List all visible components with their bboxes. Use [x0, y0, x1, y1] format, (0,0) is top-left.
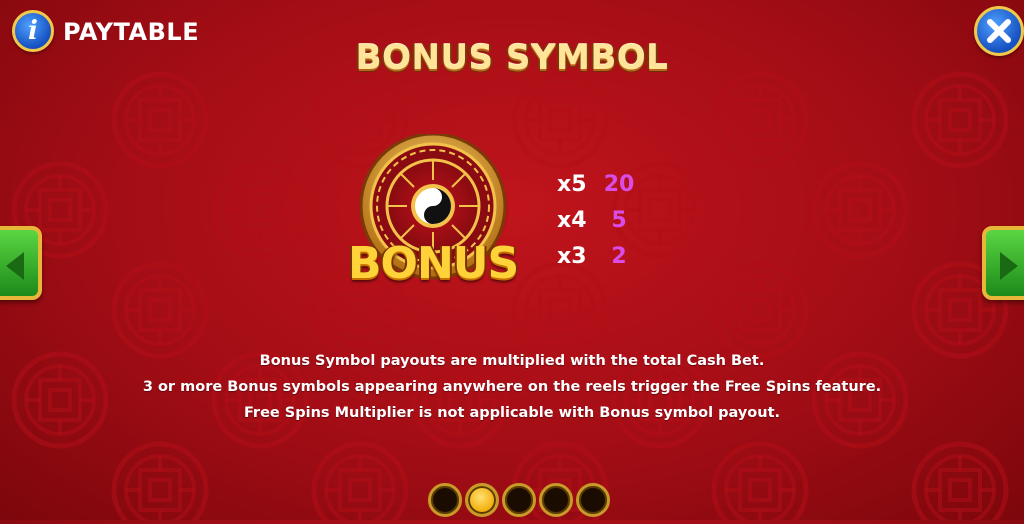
previous-page-button[interactable] — [0, 226, 42, 300]
payout-count: x4 — [557, 207, 587, 233]
description-line: Free Spins Multiplier is not applicable … — [243, 405, 781, 421]
payout-value: 5 — [611, 207, 627, 233]
page-dot-4[interactable] — [539, 483, 573, 517]
payout-row: x3 2 — [557, 238, 637, 274]
payout-value: 20 — [603, 171, 635, 197]
bonus-description: Bonus Symbol payouts are multiplied with… — [0, 348, 1024, 426]
page-dot-3[interactable] — [502, 483, 536, 517]
payout-count: x5 — [557, 171, 587, 197]
page-dot-1[interactable] — [428, 483, 462, 517]
next-page-button[interactable] — [982, 226, 1024, 300]
page-indicator — [428, 483, 610, 517]
payout-value: 2 — [611, 243, 627, 269]
page-dot-2[interactable] — [465, 483, 499, 517]
payout-table: x5 20 x4 5 x3 2 — [557, 166, 637, 274]
payout-count: x3 — [557, 243, 587, 269]
page-dot-5[interactable] — [576, 483, 610, 517]
page-title: BONUS SYMBOL — [355, 38, 669, 78]
description-line: 3 or more Bonus symbols appearing anywhe… — [142, 379, 882, 395]
payout-row: x5 20 — [557, 166, 637, 202]
bonus-symbol-label: BONUS — [348, 238, 519, 289]
payout-row: x4 5 — [557, 202, 637, 238]
description-line: Bonus Symbol payouts are multiplied with… — [259, 353, 765, 369]
